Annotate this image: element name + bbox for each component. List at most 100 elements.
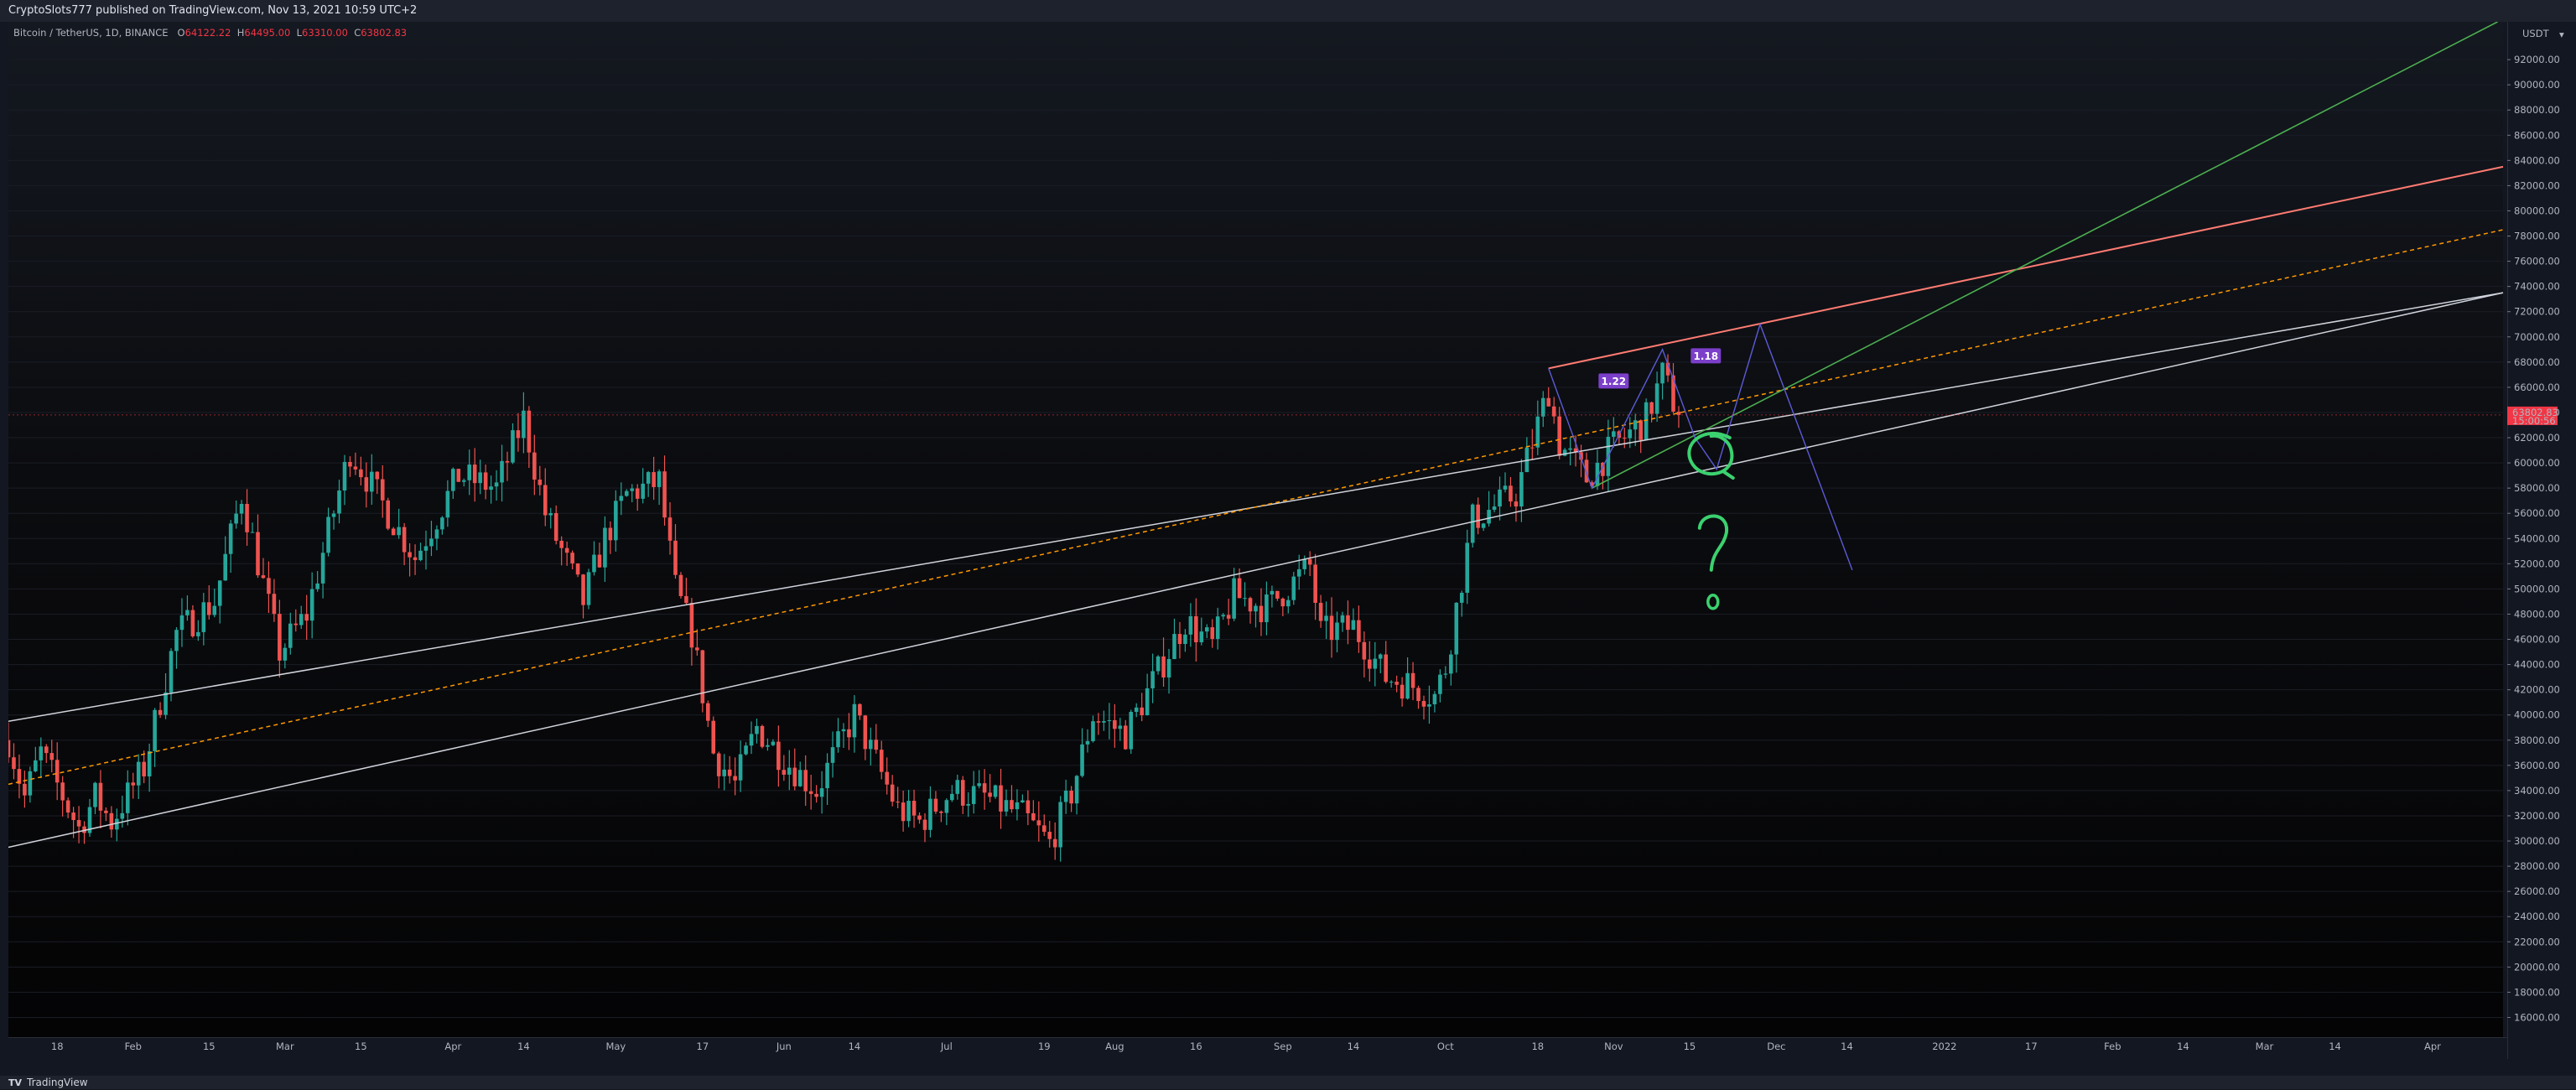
candle-body xyxy=(944,800,949,813)
candle-body xyxy=(646,472,651,484)
candle-body xyxy=(673,540,678,575)
candle-body xyxy=(592,554,596,573)
candle-body xyxy=(787,767,792,775)
candle-body xyxy=(1400,684,1405,699)
candle-body xyxy=(532,452,537,480)
candle-body xyxy=(955,780,960,794)
candle-body xyxy=(1091,721,1095,741)
candle-body xyxy=(760,725,765,747)
candle-body xyxy=(1329,615,1334,641)
price-tick-label: 40000.00 xyxy=(2514,709,2560,721)
candle-body xyxy=(1470,504,1475,543)
candle-body xyxy=(700,650,705,703)
price-tick-label: 86000.00 xyxy=(2514,129,2560,141)
candle-body xyxy=(624,490,629,496)
open-label: O xyxy=(177,27,185,39)
price-tick-label: 42000.00 xyxy=(2514,684,2560,696)
price-tick-label: 82000.00 xyxy=(2514,179,2560,191)
candle-body xyxy=(1639,420,1643,440)
candle-body xyxy=(1622,438,1627,439)
time-tick-label: 15 xyxy=(355,1041,367,1052)
time-tick-label: 18 xyxy=(51,1041,64,1052)
candle-body xyxy=(1047,832,1052,839)
candle-body xyxy=(120,812,125,819)
candle-body xyxy=(933,798,938,812)
publisher-text: CryptoSlots777 published on TradingView.… xyxy=(8,4,418,17)
candle-body xyxy=(1313,564,1317,603)
price-chart[interactable]: 1.22 1.18 xyxy=(8,22,2507,1037)
candle-body xyxy=(1633,420,1638,430)
candle-body xyxy=(608,527,613,541)
candle-body xyxy=(1324,615,1328,621)
candle-body xyxy=(1254,605,1258,612)
time-tick-label: 16 xyxy=(1190,1041,1202,1052)
candle-body xyxy=(370,471,374,492)
price-axis[interactable]: USDT ▾ 16000.00 18000.00 20000.00 22000.00 240… xyxy=(2507,22,2576,1059)
candle-body xyxy=(1021,800,1025,802)
candle-body xyxy=(999,785,1003,812)
candle-body xyxy=(950,793,954,801)
candle-body xyxy=(223,553,227,581)
candle-body xyxy=(164,692,168,715)
candle-body xyxy=(1004,800,1009,812)
candle-body xyxy=(8,740,11,758)
candle-body xyxy=(174,630,179,651)
chart-area[interactable]: 1.22 1.18 xyxy=(8,22,2507,1037)
candle-body xyxy=(1557,416,1561,456)
time-tick-label: 15 xyxy=(203,1041,216,1052)
candle-body xyxy=(467,465,472,480)
price-tick-label: 18000.00 xyxy=(2514,986,2560,998)
price-tick-label: 92000.00 xyxy=(2514,54,2560,65)
tradingview-brand[interactable]: TradingView xyxy=(27,1077,88,1088)
candle-body xyxy=(911,801,917,816)
price-tick-label: 34000.00 xyxy=(2514,785,2560,797)
candle-body xyxy=(744,745,748,755)
candle-body xyxy=(1340,615,1345,623)
price-tick-label: 72000.00 xyxy=(2514,306,2560,318)
candle-body xyxy=(125,782,130,813)
candle-body xyxy=(451,469,455,491)
candle-body xyxy=(667,517,673,541)
candle-body xyxy=(1362,641,1367,660)
candle-body xyxy=(1498,489,1502,507)
price-tick-label: 54000.00 xyxy=(2514,532,2560,544)
candle-body xyxy=(1102,721,1106,723)
candle-body xyxy=(1123,725,1128,750)
candle-body xyxy=(1660,362,1665,384)
candle-body xyxy=(153,709,157,751)
candle-body xyxy=(960,780,965,806)
candle-body xyxy=(586,572,591,605)
ratio-tag-label: 1.22 xyxy=(1602,376,1627,387)
candle-body xyxy=(1302,558,1307,569)
candle-body xyxy=(1036,820,1041,826)
time-tick-label: May xyxy=(605,1041,626,1052)
candle-body xyxy=(1291,576,1296,600)
candle-body xyxy=(49,753,55,760)
candle-body xyxy=(267,578,271,594)
candle-body xyxy=(93,782,97,807)
candle-body xyxy=(705,703,710,721)
candle-body xyxy=(1628,429,1633,439)
candle-body xyxy=(614,501,618,541)
candle-body xyxy=(548,512,553,516)
price-tick-label: 58000.00 xyxy=(2514,482,2560,494)
candle-body xyxy=(434,529,439,539)
time-tick-label: 14 xyxy=(2177,1041,2189,1052)
candle-body xyxy=(1026,800,1031,813)
price-tick-label: 16000.00 xyxy=(2514,1011,2560,1023)
price-tick-label: 52000.00 xyxy=(2514,558,2560,569)
time-axis[interactable]: 18 Feb 15 Mar 15 Apr 14 May 17 Jun 14 Jul 19 Aug 16 Sep… xyxy=(8,1037,2507,1054)
candle-body xyxy=(445,490,450,518)
candle-body xyxy=(1540,397,1545,417)
candle-body xyxy=(808,791,813,794)
high-value: 64495.00 xyxy=(244,27,291,39)
price-tick-label: 28000.00 xyxy=(2514,860,2560,872)
candle-body xyxy=(98,782,103,811)
candle-body xyxy=(1156,656,1161,672)
candle-body xyxy=(511,430,515,463)
candle-body xyxy=(1161,656,1166,678)
candle-body xyxy=(293,623,299,625)
candle-body xyxy=(1275,590,1280,599)
candle-body xyxy=(836,731,840,748)
candle-body xyxy=(342,461,347,491)
